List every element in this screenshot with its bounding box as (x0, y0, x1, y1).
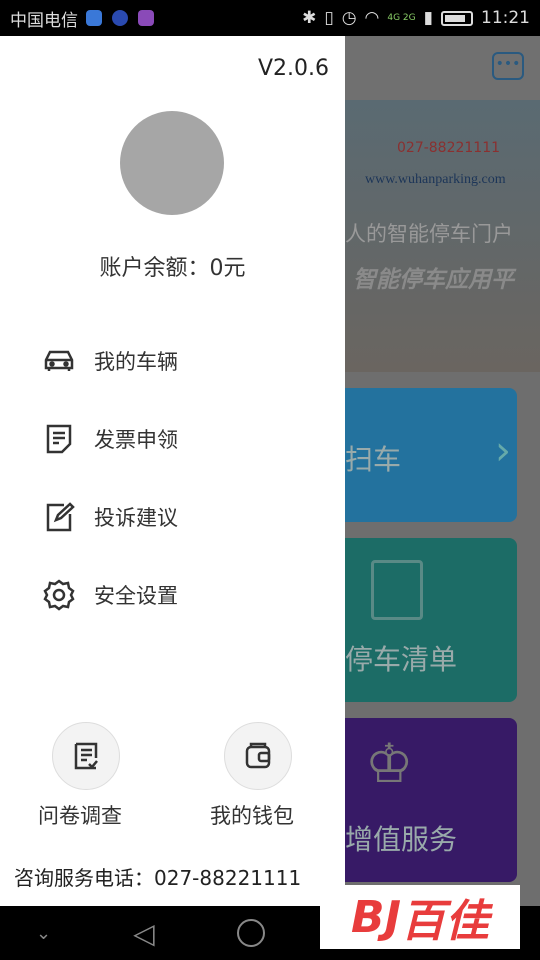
menu-item-security[interactable]: 安全设置 (42, 556, 178, 634)
menu-label: 安全设置 (94, 584, 178, 608)
chevron-right-icon: › (495, 428, 511, 474)
survey-icon (74, 742, 98, 770)
tile-label: 扫车 (345, 443, 402, 476)
banner-phone: 027-88221111 (397, 140, 501, 156)
account-balance: 账户余额：0元 (99, 256, 246, 281)
menu-label: 我的车辆 (94, 350, 178, 374)
alarm-icon: ◷ (341, 8, 357, 28)
crown-icon: ♔ (365, 732, 414, 795)
back-icon[interactable]: ◁ (133, 917, 155, 950)
main-screen-dimmed[interactable]: ••• 027-88221111 www.wuhanparking.com 人的… (345, 36, 540, 906)
side-drawer: V2.0.6 账户余额：0元 我的车辆 发票申领 投诉建议 安全设置 问卷调查 … (0, 36, 345, 906)
app-version: V2.0.6 (257, 56, 329, 81)
network-type: 4G 2G (387, 13, 416, 23)
message-icon[interactable]: ••• (492, 52, 524, 80)
clock: 11:21 (481, 8, 530, 28)
avatar[interactable] (120, 111, 224, 215)
survey-button[interactable] (52, 722, 120, 790)
sim-icon: ▮ (423, 8, 433, 28)
vibrate-icon: ▯ (324, 8, 334, 28)
wifi-icon: ◠ (364, 8, 380, 28)
survey-label[interactable]: 问卷调查 (38, 800, 122, 830)
banner-slogan: 智能停车应用平 (353, 267, 514, 293)
home-icon[interactable] (236, 919, 265, 947)
service-hotline[interactable]: 咨询服务电话：027-88221111 (14, 862, 301, 891)
tile-scan[interactable]: 扫车 › (345, 388, 517, 522)
banner[interactable]: 027-88221111 www.wuhanparking.com 人的智能停车… (345, 100, 540, 372)
list-icon (371, 560, 423, 620)
app-icon (112, 10, 128, 26)
menu-item-invoice[interactable]: 发票申领 (42, 400, 178, 478)
app-icon (86, 10, 102, 26)
carrier: 中国电信 (10, 10, 78, 31)
banner-url: www.wuhanparking.com (365, 172, 506, 187)
tile-value-service[interactable]: ♔ 增值服务 (345, 718, 517, 882)
battery-icon (441, 10, 473, 26)
menu-label: 发票申领 (94, 428, 178, 452)
car-icon (44, 350, 74, 371)
tile-parking-list[interactable]: 停车清单 (345, 538, 517, 702)
gear-icon (43, 579, 75, 611)
tile-label: 增值服务 (345, 823, 458, 856)
watermark-logo: BJ 百佳 (320, 885, 520, 949)
wallet-button[interactable] (224, 722, 292, 790)
menu-item-complaint[interactable]: 投诉建议 (42, 478, 178, 556)
invoice-icon (46, 424, 72, 454)
status-bar: 中国电信 ✱ ▯ ◷ ◠ 4G 2G ▮ 11:21 (0, 0, 540, 36)
gallery-icon (138, 10, 154, 26)
collapse-icon[interactable]: ⌄ (36, 923, 51, 944)
edit-icon (46, 502, 75, 532)
wallet-icon (245, 742, 271, 769)
app-header: ••• (345, 36, 540, 100)
menu-item-my-vehicles[interactable]: 我的车辆 (42, 322, 178, 400)
bluetooth-icon: ✱ (302, 8, 317, 28)
menu-label: 投诉建议 (94, 506, 178, 530)
tile-label: 停车清单 (345, 643, 458, 676)
banner-slogan: 人的智能停车门户 (345, 222, 513, 246)
wallet-label[interactable]: 我的钱包 (210, 800, 294, 830)
